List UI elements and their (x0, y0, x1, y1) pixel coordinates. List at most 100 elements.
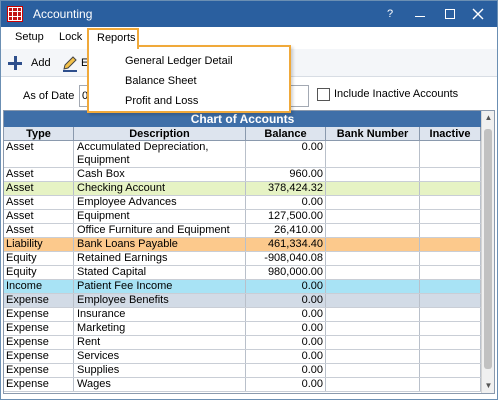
minimize-button[interactable] (407, 3, 433, 25)
cell-inactive (420, 308, 481, 321)
vertical-scrollbar[interactable]: ▲ ▼ (481, 111, 494, 393)
cell-balance: 0.00 (246, 196, 326, 209)
add-label: Add (31, 57, 51, 69)
column-header-type[interactable]: Type (4, 127, 74, 141)
cell-bank-number (326, 378, 420, 391)
column-header-description[interactable]: Description (74, 127, 246, 141)
add-button[interactable]: Add (5, 53, 55, 73)
cell-balance: -908,040.08 (246, 252, 326, 265)
plus-icon (7, 55, 23, 71)
cell-type: Income (4, 280, 74, 293)
cell-type: Expense (4, 294, 74, 307)
table-row[interactable]: Income Patient Fee Income 0.00 (4, 280, 481, 294)
cell-bank-number (326, 280, 420, 293)
cell-bank-number (326, 224, 420, 237)
cell-type: Asset (4, 210, 74, 223)
column-header-inactive[interactable]: Inactive (420, 127, 481, 141)
menu-setup[interactable]: Setup (13, 31, 46, 43)
grid-title: Chart of Accounts (4, 111, 481, 127)
cell-balance: 378,424.32 (246, 182, 326, 195)
cell-bank-number (326, 141, 420, 167)
cell-balance: 0.00 (246, 308, 326, 321)
cell-inactive (420, 252, 481, 265)
maximize-button[interactable] (437, 3, 463, 25)
accounting-window: Accounting ? Setup Lock Reports Add E As… (0, 0, 498, 400)
cell-inactive (420, 196, 481, 209)
table-row[interactable]: Equity Stated Capital 980,000.00 (4, 266, 481, 280)
cell-inactive (420, 378, 481, 391)
cell-type: Asset (4, 141, 74, 167)
menu-item-balance-sheet[interactable]: Balance Sheet (125, 75, 197, 87)
edit-button[interactable]: E (59, 53, 89, 73)
column-header-balance[interactable]: Balance (246, 127, 326, 141)
cell-balance: 0.00 (246, 336, 326, 349)
cell-inactive (420, 294, 481, 307)
cell-bank-number (326, 308, 420, 321)
table-row[interactable]: Expense Marketing 0.00 (4, 322, 481, 336)
cell-type: Equity (4, 266, 74, 279)
minimize-icon (415, 16, 425, 17)
cell-description: Wages (74, 378, 246, 391)
cell-balance: 960.00 (246, 168, 326, 181)
app-icon (7, 6, 23, 22)
cell-balance: 0.00 (246, 350, 326, 363)
table-row[interactable]: Expense Supplies 0.00 (4, 364, 481, 378)
menu-item-profit-and-loss[interactable]: Profit and Loss (125, 95, 198, 107)
table-row[interactable]: Asset Accumulated Depreciation, Equipment… (4, 141, 481, 168)
cell-description: Equipment (74, 210, 246, 223)
help-button[interactable]: ? (377, 3, 403, 25)
table-row[interactable]: Expense Rent 0.00 (4, 336, 481, 350)
table-row[interactable]: Asset Checking Account 378,424.32 (4, 182, 481, 196)
window-title: Accounting (33, 7, 93, 21)
table-row[interactable]: Expense Wages 0.00 (4, 378, 481, 392)
cell-balance: 0.00 (246, 322, 326, 335)
cell-bank-number (326, 266, 420, 279)
scroll-down-arrow-icon[interactable]: ▼ (482, 379, 494, 393)
menu-lock[interactable]: Lock (57, 31, 84, 43)
cell-type: Asset (4, 196, 74, 209)
cell-bank-number (326, 322, 420, 335)
cell-description: Accumulated Depreciation, Equipment (74, 141, 246, 167)
scrollbar-thumb[interactable] (484, 129, 492, 369)
cell-inactive (420, 210, 481, 223)
cell-bank-number (326, 196, 420, 209)
cell-inactive (420, 350, 481, 363)
cell-bank-number (326, 336, 420, 349)
table-row[interactable]: Expense Employee Benefits 0.00 (4, 294, 481, 308)
table-row[interactable]: Liability Bank Loans Payable 461,334.40 (4, 238, 481, 252)
include-inactive-checkbox[interactable] (317, 88, 330, 101)
include-inactive-label: Include Inactive Accounts (334, 88, 459, 100)
pencil-icon (63, 56, 77, 72)
cell-inactive (420, 141, 481, 167)
column-header-bank-number[interactable]: Bank Number (326, 127, 420, 141)
cell-balance: 0.00 (246, 294, 326, 307)
cell-description: Supplies (74, 364, 246, 377)
cell-bank-number (326, 210, 420, 223)
scroll-up-arrow-icon[interactable]: ▲ (482, 111, 494, 125)
cell-type: Expense (4, 350, 74, 363)
menu-reports[interactable]: Reports (87, 28, 139, 49)
table-row[interactable]: Equity Retained Earnings -908,040.08 (4, 252, 481, 266)
table-row[interactable]: Asset Cash Box 960.00 (4, 168, 481, 182)
cell-type: Asset (4, 224, 74, 237)
reports-dropdown-menu: General Ledger Detail Balance Sheet Prof… (87, 45, 291, 113)
cell-inactive (420, 322, 481, 335)
cell-inactive (420, 266, 481, 279)
table-row[interactable]: Asset Employee Advances 0.00 (4, 196, 481, 210)
table-row[interactable]: Asset Equipment 127,500.00 (4, 210, 481, 224)
close-button[interactable] (465, 3, 491, 25)
cell-description: Stated Capital (74, 266, 246, 279)
cell-description: Checking Account (74, 182, 246, 195)
menu-item-general-ledger-detail[interactable]: General Ledger Detail (125, 55, 233, 67)
cell-description: Employee Advances (74, 196, 246, 209)
cell-description: Retained Earnings (74, 252, 246, 265)
cell-description: Employee Benefits (74, 294, 246, 307)
table-row[interactable]: Expense Insurance 0.00 (4, 308, 481, 322)
cell-bank-number (326, 252, 420, 265)
cell-balance: 0.00 (246, 280, 326, 293)
cell-type: Expense (4, 336, 74, 349)
table-row[interactable]: Expense Services 0.00 (4, 350, 481, 364)
cell-description: Services (74, 350, 246, 363)
cell-balance: 127,500.00 (246, 210, 326, 223)
table-row[interactable]: Asset Office Furniture and Equipment 26,41… (4, 224, 481, 238)
